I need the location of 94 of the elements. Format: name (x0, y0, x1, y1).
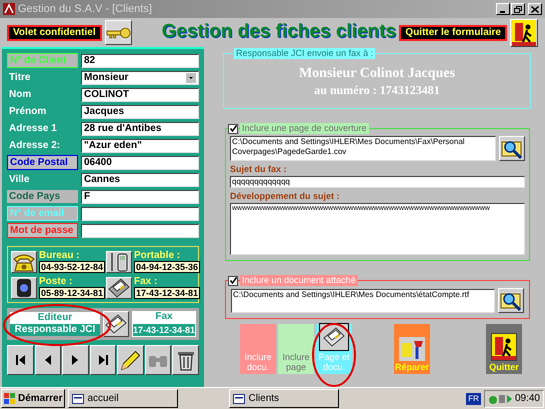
start-button[interactable]: Démarrer (1, 389, 66, 408)
field-label: Adresse 2: (8, 139, 62, 152)
form-icon (72, 394, 84, 404)
record-nav-button[interactable] (7, 345, 34, 375)
app-icon (3, 3, 15, 15)
field-label: N° de email (7, 206, 78, 221)
field-label: Code Postal (7, 155, 78, 170)
input-field[interactable]: F (81, 190, 199, 204)
previous-icon (44, 355, 51, 365)
cover-path-field[interactable]: C:\Documents and Settings\IHLER\Mes Documents\Fax\Personal Coverpages\PagedeGarde1.cov (230, 136, 496, 161)
field-label: Nom (8, 88, 32, 101)
exit-figure-icon (492, 334, 516, 360)
repair-icon (399, 337, 425, 361)
input-field[interactable]: 82 (81, 54, 199, 68)
fax-icon (104, 313, 128, 335)
taskbar-item[interactable]: Clients (229, 389, 340, 408)
attachment-path-field[interactable]: C:\Documents and Settings\IHLER\Mes Documents\étatCompte.rtf (231, 288, 495, 312)
cover-legend: Inclure une page de couverture (240, 123, 369, 134)
trash-icon (176, 349, 195, 371)
editor-name: Responsable JCI (10, 324, 100, 336)
close-button[interactable] (528, 3, 542, 15)
checkbox[interactable] (228, 276, 238, 286)
minimize-button[interactable] (496, 3, 510, 15)
browse-button[interactable] (499, 136, 525, 161)
record-nav-button[interactable] (62, 345, 89, 375)
subject-field[interactable]: qqqqqqqqqqqqq (230, 176, 525, 188)
record-nav-button[interactable] (117, 345, 144, 375)
input-field[interactable]: Cannes (81, 172, 199, 186)
language-indicator[interactable]: FR (466, 392, 481, 404)
taskbar-item[interactable]: accueil (68, 389, 178, 408)
phone-number: 04-94-12-35-36 (134, 261, 200, 273)
next-icon (72, 355, 78, 365)
input-field[interactable]: "Azur eden" (81, 138, 199, 152)
attachment-legend: Inclure un document attaché (240, 275, 358, 286)
windows-logo-icon (4, 393, 16, 404)
fax-action-button[interactable]: Quitter (486, 324, 522, 374)
checkbox[interactable] (228, 124, 238, 134)
quit-form-button[interactable]: Quitter le formulaire (399, 24, 507, 40)
field-label: Titre (8, 71, 32, 84)
subject-label: Sujet du fax : (230, 164, 288, 175)
field-label: Mot de passe (7, 223, 78, 238)
key-icon (106, 24, 131, 40)
record-nav-button[interactable] (34, 345, 62, 375)
exit-button[interactable] (510, 18, 538, 46)
phone-label: Portable : (134, 250, 182, 261)
highlight-ellipse (311, 322, 357, 388)
restore-icon (514, 6, 522, 12)
input-field[interactable] (81, 206, 199, 220)
body-label: Développement du sujet : (230, 191, 341, 202)
phone-label: Poste : (39, 276, 74, 287)
form-icon (233, 394, 246, 404)
field-label: Adresse 1 (8, 122, 58, 135)
close-icon (531, 6, 539, 12)
exit-door-icon (512, 20, 536, 46)
phone-label: Bureau : (39, 250, 81, 261)
field-label: N° de Client (7, 53, 78, 68)
first-record-icon (16, 355, 25, 365)
check-icon (230, 277, 236, 284)
recipient-name: Monsieur Colinot Jacques (298, 65, 456, 83)
pencil-icon (121, 350, 140, 370)
phone-number: 05-89-12-34-81 (39, 287, 106, 299)
field-label: Prénom (8, 105, 48, 118)
fax-icon (322, 326, 346, 348)
check-icon (230, 125, 236, 132)
fax-number: 17-43-12-34-81 (132, 323, 196, 337)
key-button[interactable] (104, 20, 132, 45)
confidential-button[interactable]: Volet confidentiel (7, 24, 102, 40)
fax-action-button[interactable]: Inclure page (278, 324, 314, 374)
window-title: Gestion du S.A.V - [Clients] (18, 2, 152, 17)
phone-number: 04-93-52-12-84 (39, 261, 106, 273)
phone-number: 17-43-12-34-81 (134, 287, 200, 299)
clock: 09:40 (514, 392, 540, 406)
input-field[interactable] (81, 224, 199, 238)
fax-icon (107, 276, 131, 298)
form-title: Gestion des fiches clients (162, 20, 396, 44)
field-label: Ville (8, 173, 30, 186)
recipient-legend: Responsable JCI envoie un fax à : (234, 48, 376, 59)
tray-icons-drawing (488, 392, 512, 404)
input-field[interactable]: Jacques (81, 104, 199, 118)
restore-button[interactable] (511, 3, 525, 15)
browse-button[interactable] (498, 288, 524, 313)
record-nav-button[interactable] (144, 345, 172, 375)
input-field[interactable]: COLINOT (81, 88, 199, 102)
record-nav-button[interactable] (172, 345, 200, 375)
editor-heading: Editeur (10, 312, 100, 324)
recipient-number: au numéro : 1743123481 (314, 83, 440, 98)
input-field[interactable]: 28 rue d'Antibes (81, 122, 199, 136)
field-label: Code Pays (7, 190, 78, 203)
record-nav-button[interactable] (90, 345, 116, 375)
dropdown-field[interactable]: Monsieur (81, 70, 199, 84)
fax-heading: Fax (132, 311, 196, 323)
phone-label: Fax : (134, 276, 158, 287)
input-field[interactable]: 06400 (81, 156, 199, 170)
last-record-icon (98, 355, 108, 365)
